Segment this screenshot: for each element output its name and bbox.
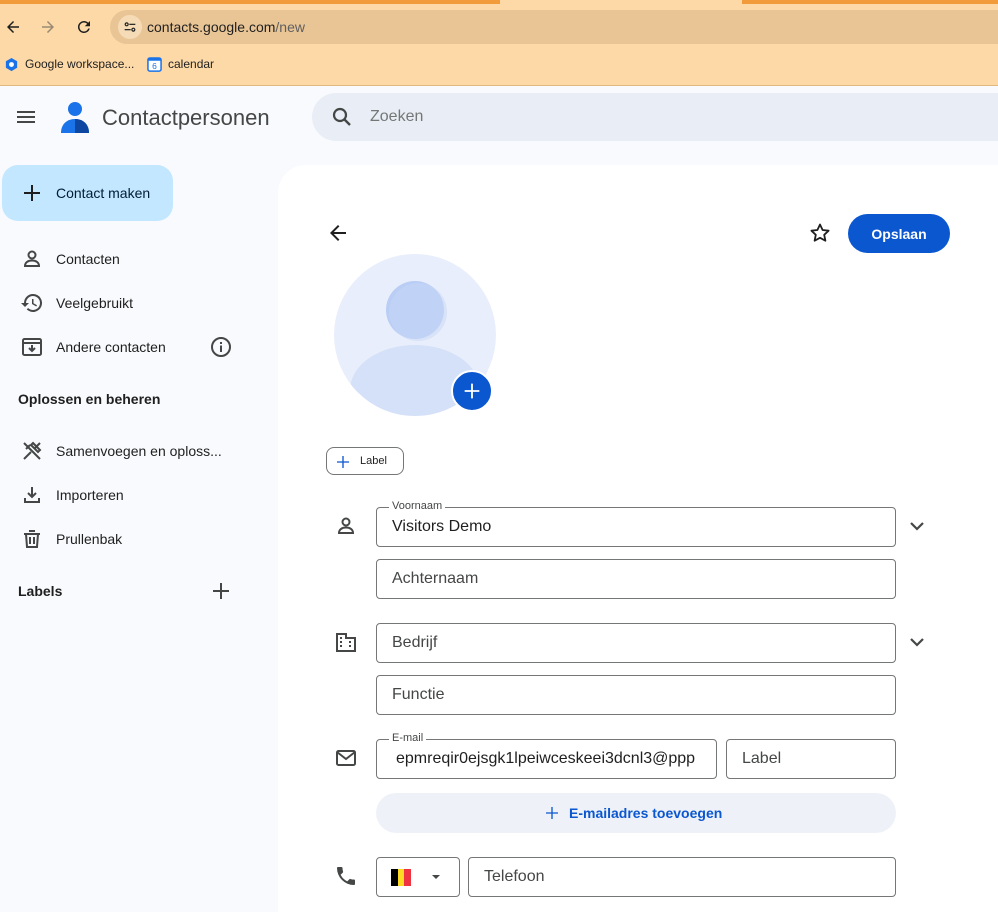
plus-icon (337, 456, 349, 468)
section-heading-manage: Oplossen en beheren (18, 391, 161, 407)
person-icon (337, 517, 355, 534)
back-icon[interactable] (0, 14, 26, 40)
back-arrow-icon[interactable] (326, 221, 350, 245)
sidebar-item-label: Samenvoegen en oploss... (56, 443, 222, 459)
main-menu-icon[interactable] (14, 105, 38, 129)
calendar-icon-day: 6 (152, 61, 157, 71)
create-contact-button[interactable]: Contact maken (2, 165, 173, 221)
merge-tools-icon (23, 441, 42, 460)
sidebar-item-import[interactable]: Importeren (0, 475, 260, 515)
company-placeholder: Bedrijf (392, 634, 438, 651)
sidebar-item-label: Veelgebruikt (56, 295, 134, 311)
mail-icon (336, 750, 356, 766)
section-heading-labels: Labels (18, 583, 63, 599)
bookmark-label: calendar (168, 57, 215, 71)
chevron-down-icon[interactable] (905, 514, 929, 538)
label-chip-text: Label (360, 455, 387, 467)
email-field[interactable]: E-mail epmreqir0ejsgk1lpeiwceskeei3dcnl3… (376, 732, 717, 779)
add-label-chip[interactable]: Label (326, 447, 404, 475)
sidebar-item-label: Importeren (56, 487, 124, 503)
job-title-field[interactable]: Functie (376, 675, 896, 715)
email-value: epmreqir0ejsgk1lpeiwceskeei3dcnl3@ppp (396, 750, 696, 767)
sidebar-item-label: Andere contacten (56, 339, 166, 355)
sidebar-item-frequent[interactable]: Veelgebruikt (0, 283, 260, 323)
add-email-button[interactable]: E-mailadres toevoegen (376, 793, 896, 833)
dropdown-arrow-icon (432, 875, 440, 879)
person-icon (23, 250, 41, 267)
history-icon (21, 293, 43, 312)
sidebar-item-other-contacts[interactable]: Andere contacten (0, 327, 260, 367)
reload-icon[interactable] (71, 14, 97, 40)
first-name-value: Visitors Demo (392, 518, 492, 535)
plus-icon (546, 807, 558, 819)
tab-accent-left (0, 0, 500, 4)
sidebar-item-label: Prullenbak (56, 531, 123, 547)
download-icon (24, 487, 40, 503)
phone-icon (337, 867, 355, 885)
email-type-placeholder: Label (742, 750, 782, 767)
plus-icon (24, 185, 40, 201)
company-field[interactable]: Bedrijf (376, 623, 896, 663)
google-workspace-icon (4, 57, 19, 72)
add-photo-button[interactable] (451, 370, 493, 412)
app-title: Contactpersonen (102, 105, 270, 130)
phone-field[interactable]: Telefoon (468, 857, 896, 897)
email-type-field[interactable]: Label (726, 739, 896, 779)
country-code-select[interactable] (376, 857, 460, 897)
last-name-field[interactable]: Achternaam (376, 559, 896, 599)
add-label-icon[interactable] (209, 579, 233, 603)
app-header: Contactpersonen (0, 87, 998, 149)
job-title-placeholder: Functie (392, 686, 445, 703)
bookmark-google-workspace[interactable]: Google workspace... (4, 55, 134, 73)
last-name-placeholder: Achternaam (392, 570, 479, 587)
building-icon (336, 633, 356, 652)
belgium-flag-icon (391, 869, 412, 886)
first-name-field[interactable]: Voornaam Visitors Demo (376, 500, 896, 547)
add-email-label: E-mailadres toevoegen (569, 805, 723, 821)
plus-icon (464, 383, 480, 399)
chevron-down-icon[interactable] (905, 630, 929, 654)
info-icon[interactable] (209, 335, 233, 359)
star-icon[interactable] (808, 221, 832, 245)
sidebar-item-merge[interactable]: Samenvoegen en oploss... (0, 431, 260, 471)
sidebar-item-contacts[interactable]: Contacten (0, 239, 260, 279)
bookmark-calendar[interactable]: 6 calendar (147, 55, 214, 73)
bookmark-label: Google workspace... (25, 57, 135, 71)
search-input[interactable] (370, 93, 770, 141)
address-bar[interactable]: contacts.google.com/new (110, 10, 998, 44)
url-text: contacts.google.com/new (147, 19, 305, 35)
create-contact-label: Contact maken (56, 185, 151, 201)
search-icon[interactable] (330, 105, 354, 129)
archive-download-icon (22, 338, 42, 356)
email-label: E-mail (389, 732, 427, 744)
calendar-6-icon: 6 (147, 56, 162, 72)
url-path: /new (275, 19, 305, 35)
forward-icon[interactable] (35, 14, 61, 40)
tab-accent-right (742, 0, 998, 4)
phone-placeholder: Telefoon (484, 868, 545, 885)
browser-toolbar: contacts.google.com/new Google workspace… (0, 0, 998, 86)
url-host: contacts.google.com (147, 19, 276, 35)
trash-icon (24, 530, 40, 548)
sidebar-item-trash[interactable]: Prullenbak (0, 519, 260, 559)
search-bar[interactable] (312, 93, 998, 141)
contacts-logo-icon (61, 102, 89, 133)
site-settings-icon[interactable] (118, 15, 142, 39)
first-name-label: Voornaam (389, 500, 446, 512)
sidebar-item-label: Contacten (56, 251, 120, 267)
save-button[interactable]: Opslaan (848, 214, 950, 253)
